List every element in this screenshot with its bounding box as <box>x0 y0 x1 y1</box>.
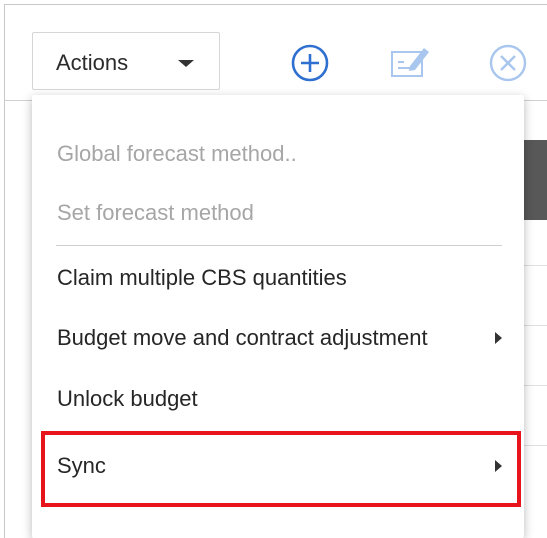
sync-highlight-box <box>41 431 521 507</box>
grid-row-divider <box>524 385 547 386</box>
menu-item-budget-move-contract-adjustment[interactable]: Budget move and contract adjustment <box>32 310 524 366</box>
scrollbar-thumb[interactable] <box>524 140 547 220</box>
menu-item-set-forecast-method[interactable]: Set forecast method <box>32 185 524 241</box>
menu-item-label: Set forecast method <box>57 200 254 225</box>
chevron-down-icon <box>178 60 194 67</box>
actions-label: Actions <box>56 50 129 75</box>
add-circle-icon[interactable] <box>290 43 330 83</box>
close-circle-icon[interactable] <box>488 43 528 83</box>
grid-row-divider <box>524 325 547 326</box>
menu-item-label: Global forecast method.. <box>57 141 297 166</box>
menu-item-unlock-budget[interactable]: Unlock budget <box>32 371 524 427</box>
menu-item-label: Unlock budget <box>57 386 198 411</box>
chevron-right-icon <box>495 332 502 344</box>
actions-dropdown-button[interactable]: Actions <box>32 32 220 90</box>
menu-divider <box>56 245 502 246</box>
menu-item-claim-multiple-cbs-quantities[interactable]: Claim multiple CBS quantities <box>32 250 524 306</box>
grid-row-divider <box>524 265 547 266</box>
grid-row-divider <box>524 445 547 446</box>
actions-dropdown-menu: Global forecast method.. Set forecast me… <box>32 95 524 538</box>
menu-item-global-forecast-method[interactable]: Global forecast method.. <box>32 126 524 182</box>
menu-item-label: Claim multiple CBS quantities <box>57 265 347 290</box>
menu-item-label: Budget move and contract adjustment <box>57 325 428 350</box>
edit-icon[interactable] <box>388 40 429 80</box>
